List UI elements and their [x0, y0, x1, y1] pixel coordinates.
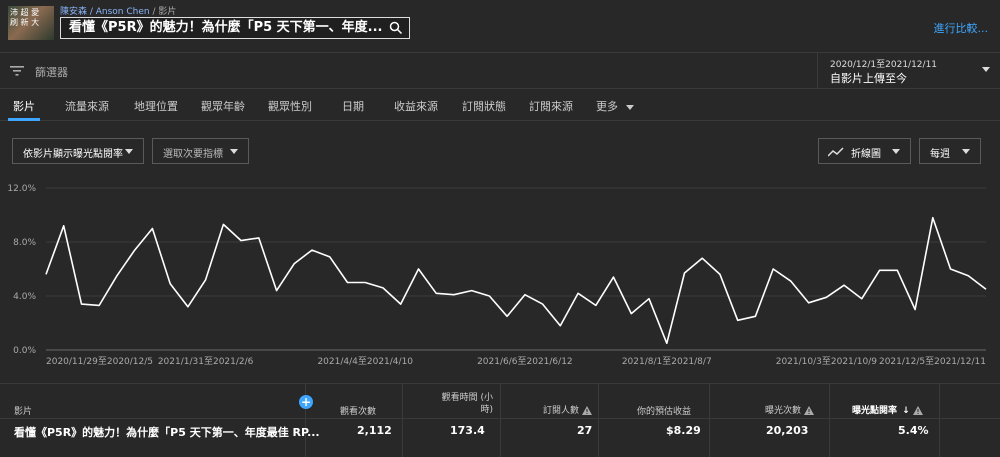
interval-dropdown[interactable]: 每週: [919, 138, 981, 164]
active-tab-indicator: [8, 118, 40, 121]
compare-link[interactable]: 進行比較...: [934, 20, 989, 36]
row-watch-time: 173.4: [450, 424, 485, 437]
chevron-down-icon: [230, 149, 238, 154]
column-divider: [500, 384, 501, 457]
report-tabs: 影片 流量來源 地理位置 觀眾年齡 觀眾性別 日期 收益來源 訂閱狀態 訂閱來源…: [0, 89, 1000, 121]
row-revenue: $8.29: [666, 424, 701, 437]
metric-dropdown[interactable]: 依影片顯示曝光點閱率: [12, 138, 144, 164]
tab-subscription-source[interactable]: 訂閱來源: [529, 98, 573, 114]
x-tick-label: 2021/12/5至2021/12/11: [879, 356, 986, 367]
tab-traffic-source[interactable]: 流量來源: [65, 98, 109, 114]
secondary-metric-label: 選取次要指標: [163, 149, 223, 160]
header-watch-time[interactable]: 觀看時間 (小 時): [433, 392, 493, 426]
chevron-down-icon: [982, 67, 990, 72]
x-tick-label: 2021/1/31至2021/2/6: [158, 356, 254, 367]
metric-dropdown-label: 依影片顯示曝光點閱率: [23, 149, 123, 160]
header-impressions-label: 曝光次數: [765, 406, 802, 416]
row-views: 2,112: [357, 424, 392, 437]
chart-type-label: 折線圖: [851, 149, 881, 160]
x-tick-label: 2020/11/29至2020/12/5: [46, 356, 153, 367]
chevron-down-icon: [625, 104, 634, 110]
x-tick-label: 2021/6/6至2021/6/12: [477, 356, 573, 367]
search-icon[interactable]: [389, 21, 403, 35]
channel-thumbnail[interactable]: 沛 超 愛 刷 新 大: [8, 6, 54, 40]
chevron-down-icon: [892, 149, 900, 154]
video-selector[interactable]: 看懂《P5R》的魅力！為什麼「P5 天下第一、年度...: [60, 17, 410, 39]
tab-videos[interactable]: 影片: [13, 98, 35, 114]
warning-icon: [581, 406, 592, 415]
date-range-picker[interactable]: 2020/12/1至2021/12/11 自影片上傳至今: [817, 53, 1000, 89]
y-tick-label: 12.0%: [7, 184, 36, 194]
tab-more[interactable]: 更多: [596, 98, 634, 114]
tab-date[interactable]: 日期: [342, 98, 364, 114]
date-range-dates: 2020/12/1至2021/12/11: [830, 60, 938, 70]
tab-viewer-gender[interactable]: 觀眾性別: [268, 98, 312, 114]
chevron-down-icon: [125, 149, 133, 154]
header-ctr-label: 曝光點閱率: [852, 406, 898, 416]
row-impressions: 20,203: [766, 424, 809, 437]
tab-revenue-source[interactable]: 收益來源: [394, 98, 438, 114]
column-divider: [402, 384, 403, 457]
column-divider: [709, 384, 710, 457]
filter-label[interactable]: 篩選器: [35, 64, 68, 80]
x-tick-label: 2021/8/1至2021/8/7: [622, 356, 712, 367]
chart-type-dropdown[interactable]: 折線圖: [818, 138, 911, 164]
header-subscribers-label: 訂閱人數: [543, 406, 580, 416]
row-video-title[interactable]: 看懂《P5R》的魅力！為什麼「P5 天下第一、年度最佳 RP...: [14, 424, 320, 440]
ctr-series-line: [45, 216, 987, 345]
line-chart-icon: [828, 147, 844, 157]
column-divider: [598, 384, 599, 457]
tab-subscription-status[interactable]: 訂閱狀態: [462, 98, 506, 114]
tab-viewer-age[interactable]: 觀眾年齡: [201, 98, 245, 114]
interval-label: 每週: [930, 149, 950, 160]
x-tick-label: 2021/4/4至2021/4/10: [317, 356, 413, 367]
tab-geography[interactable]: 地理位置: [134, 98, 178, 114]
y-tick-label: 0.0%: [13, 346, 36, 356]
add-column-icon[interactable]: +: [299, 395, 313, 409]
breadcrumb-videos[interactable]: 影片: [158, 7, 176, 17]
column-divider: [939, 384, 940, 457]
breadcrumb: 陳安森 / Anson Chen / 影片: [60, 7, 177, 17]
y-tick-label: 4.0%: [13, 292, 36, 302]
warning-icon: [912, 406, 923, 415]
thumbnail-text: 沛 超 愛 刷 新 大: [10, 8, 40, 27]
x-tick-label: 2021/10/3至2021/10/9: [776, 356, 878, 367]
row-subscribers: 27: [577, 424, 593, 437]
video-metrics-table: 影片 + 觀看次數 觀看時間 (小 時) 訂閱人數 你的預估收益 曝光次數 曝光…: [0, 383, 1000, 457]
date-range-scope: 自影片上傳至今: [830, 72, 907, 85]
warning-icon: [803, 406, 814, 415]
sort-desc-icon: ↓: [902, 406, 910, 416]
row-ctr: 5.4%: [898, 424, 929, 437]
top-header: 沛 超 愛 刷 新 大 陳安森 / Anson Chen / 影片 看懂《P5R…: [0, 0, 1000, 52]
ctr-line-chart: 12.0% 8.0% 4.0% 0.0% 2020/11/29至2020/12/5 202…: [7, 184, 987, 367]
breadcrumb-channel[interactable]: 陳安森 / Anson Chen: [60, 7, 150, 17]
y-tick-label: 8.0%: [13, 238, 36, 248]
secondary-metric-dropdown[interactable]: 選取次要指標: [152, 138, 249, 164]
filter-bar: 篩選器 2020/12/1至2021/12/11 自影片上傳至今: [0, 52, 1000, 89]
chevron-down-icon: [962, 149, 970, 154]
column-divider: [829, 384, 830, 457]
video-title: 看懂《P5R》的魅力！為什麼「P5 天下第一、年度...: [69, 20, 383, 35]
tab-more-label: 更多: [596, 100, 618, 113]
filter-icon[interactable]: [10, 66, 24, 76]
